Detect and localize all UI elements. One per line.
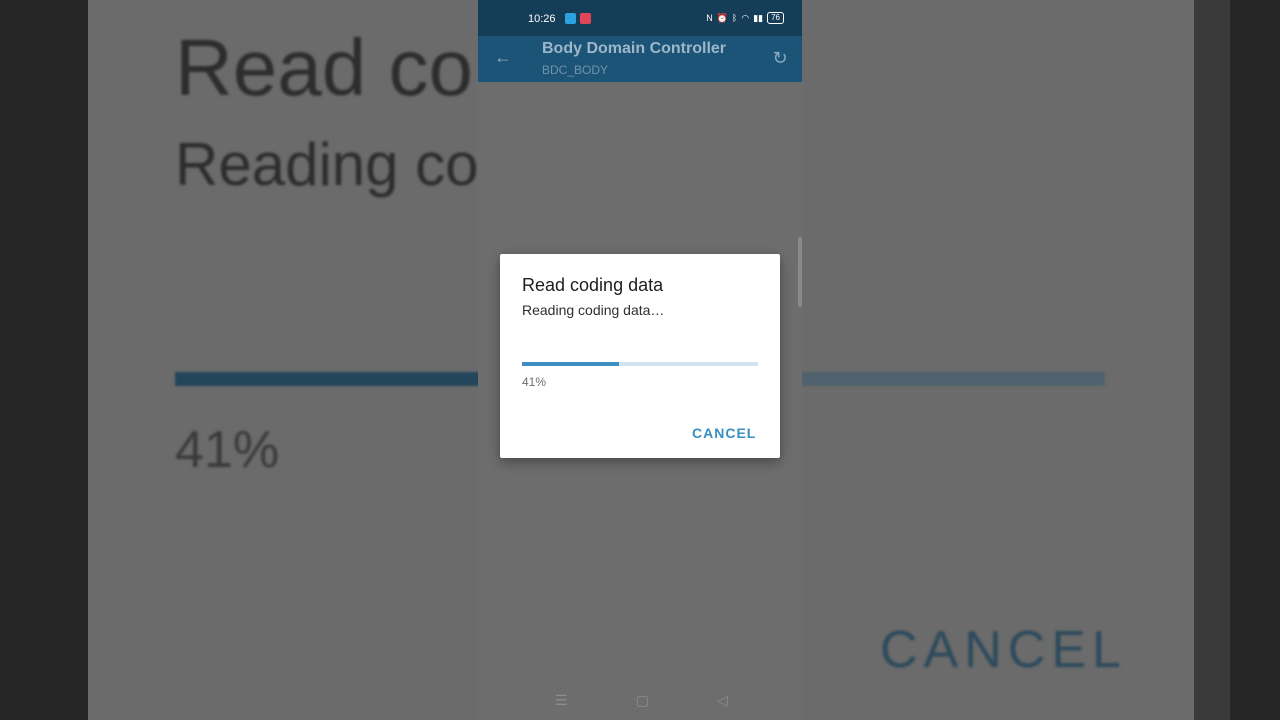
progress-fill <box>522 362 619 366</box>
app-bar-title: Body Domain Controller <box>542 40 727 57</box>
battery-icon: 76 <box>767 12 784 24</box>
scrollbar[interactable] <box>798 237 802 307</box>
triangle-back-icon[interactable]: ◁ <box>717 692 728 708</box>
background-title: Read co <box>175 23 473 112</box>
home-icon[interactable]: ▢ <box>636 692 649 708</box>
nfc-icon: N <box>706 13 713 23</box>
telegram-icon <box>565 13 576 24</box>
bluetooth-icon: ᛒ <box>731 13 738 23</box>
status-app-icons <box>565 13 591 24</box>
wifi-icon: ◠ <box>741 12 750 23</box>
progress-dialog: Read coding data Reading coding data… 41… <box>500 254 780 458</box>
dialog-message: Reading coding data… <box>522 302 665 318</box>
alarm-icon: ⏰ <box>716 12 728 23</box>
app-bar: ← Body Domain Controller BDC_BODY ↻ <box>478 36 802 82</box>
progress-track <box>522 362 758 366</box>
status-time: 10:26 <box>528 13 556 25</box>
navigation-bar: ☰ ▢ ◁ <box>478 682 802 720</box>
background-edge <box>1194 0 1230 720</box>
progress-percent: 41% <box>522 375 547 389</box>
app-bar-subtitle: BDC_BODY <box>542 63 609 77</box>
refresh-icon[interactable]: ↻ <box>770 48 790 68</box>
background-subtitle: Reading co <box>175 131 479 198</box>
menu-icon[interactable]: ☰ <box>555 692 568 708</box>
status-right-icons: N ⏰ ᛒ ◠ ▮▮ 76 <box>706 12 784 24</box>
arrow-left-icon[interactable]: ← <box>494 48 512 66</box>
background-cancel: CANCEL <box>880 621 1127 679</box>
background-percent: 41% <box>175 421 280 479</box>
cancel-button[interactable]: CANCEL <box>692 422 772 444</box>
signal-icon: ▮▮ <box>753 12 764 23</box>
status-bar: 10:26 N ⏰ ᛒ ◠ ▮▮ 76 <box>478 0 802 36</box>
notification-app-icon <box>580 13 591 24</box>
dialog-title: Read coding data <box>522 275 664 295</box>
